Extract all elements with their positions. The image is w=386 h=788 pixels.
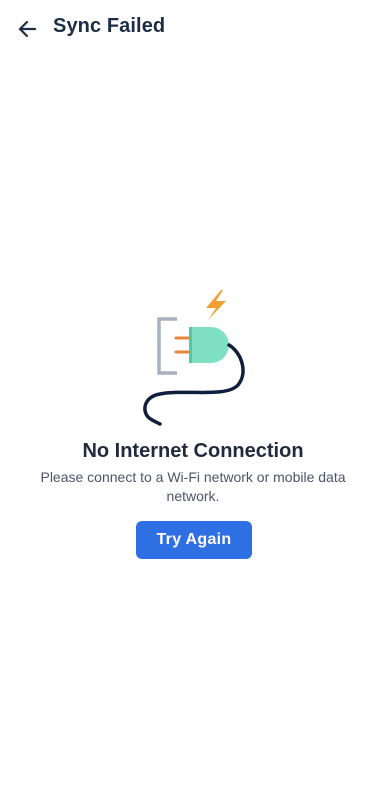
page-title: Sync Failed — [53, 15, 166, 37]
arrow-left-icon — [18, 20, 37, 38]
app-bar: Sync Failed — [0, 0, 386, 58]
lightning-bolt-icon — [206, 290, 226, 320]
empty-state-message: Please connect to a Wi-Fi network or mob… — [40, 469, 346, 504]
try-again-button[interactable]: Try Again — [136, 521, 252, 559]
unplugged-cable-icon — [143, 290, 245, 426]
socket-bracket — [157, 317, 177, 375]
plug-body — [189, 327, 229, 363]
back-button[interactable] — [10, 12, 44, 46]
empty-state-title: No Internet Connection — [82, 440, 304, 462]
